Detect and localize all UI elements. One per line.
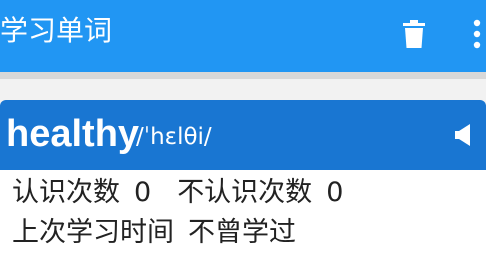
last-study-value: 不曾学过 <box>188 217 296 248</box>
app-bar-divider <box>0 72 486 79</box>
more-vert-icon <box>473 19 481 49</box>
app-bar: 学习单词 <box>0 0 486 72</box>
more-options-button[interactable] <box>468 14 486 54</box>
play-pronunciation-button[interactable] <box>448 120 478 150</box>
known-count-label: 认识次数 <box>12 177 120 208</box>
last-study-line: 上次学习时间 不曾学过 <box>12 216 296 250</box>
phonetic-text: /ˈhɛlθi/ <box>136 124 212 150</box>
word-card-header: healthy /ˈhɛlθi/ <box>0 100 486 170</box>
last-study-label: 上次学习时间 <box>12 217 174 248</box>
trash-icon <box>403 20 425 48</box>
unknown-count-value: 0 <box>326 177 344 208</box>
delete-button[interactable] <box>394 14 434 54</box>
page-title: 学习单词 <box>0 14 113 47</box>
word-card-body: 认识次数 0 不认识次数 0 上次学习时间 不曾学过 <box>0 170 486 261</box>
word-text: healthy <box>6 113 140 155</box>
unknown-count-label: 不认识次数 <box>177 177 313 208</box>
speaker-icon <box>455 124 470 146</box>
known-count-value: 0 <box>134 177 152 208</box>
study-count-line: 认识次数 0 不认识次数 0 <box>12 176 343 210</box>
